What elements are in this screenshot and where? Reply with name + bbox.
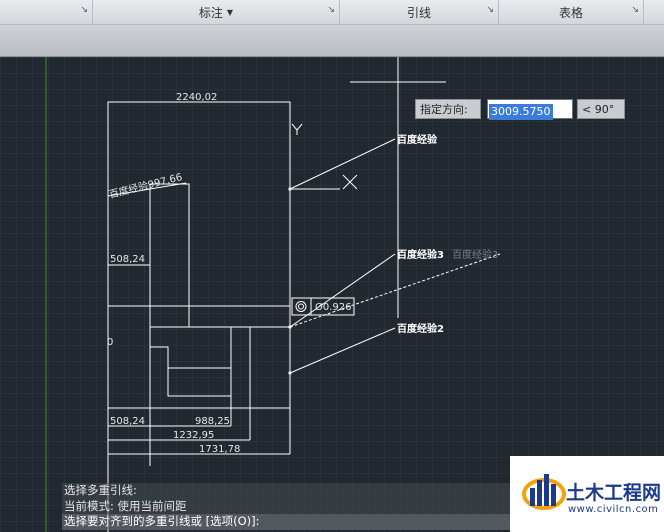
expand-arrow-icon[interactable]: ↘ <box>327 5 335 15</box>
ribbon-panel-dimension[interactable]: 标注 ▼ ↘ <box>93 0 340 24</box>
ribbon: ↘ 标注 ▼ ↘ 引线 ↘ 表格 ↘ <box>0 0 664 25</box>
leader-point <box>288 371 292 375</box>
leader-2-line <box>289 327 396 374</box>
dim-top-width: 2240,02 <box>176 92 217 103</box>
inner-box <box>167 367 232 397</box>
leader-3-line <box>289 253 396 328</box>
expand-arrow-icon[interactable]: ↘ <box>631 5 639 15</box>
panel-label-table: 表格 <box>558 5 583 20</box>
watermark-title: 土木工程网 <box>566 482 662 504</box>
command-prompt[interactable]: 选择要对齐到的多重引线或 [选项(O)]: <box>62 514 510 530</box>
watermark-logo: 土木工程网 www.civilcn.com <box>510 456 664 532</box>
dim-rotated: 百度经验997,66 <box>108 170 184 201</box>
leader-2-text[interactable]: 百度经验2 <box>397 322 444 335</box>
ribbon-panel-leader[interactable]: 引线 ↘ <box>340 0 499 24</box>
position-tolerance-icon <box>295 301 307 312</box>
dim-bottom-3: 1731,78 <box>199 444 240 455</box>
leader-point <box>288 325 292 329</box>
ribbon-bottom-strip <box>0 25 664 57</box>
command-history-line: 当前模式: 使用当前间距 <box>62 498 510 514</box>
ribbon-panel-left[interactable]: ↘ <box>0 0 93 24</box>
direction-input-field[interactable]: 3009.5750 <box>487 99 573 120</box>
dim-bottom-2: 1232,95 <box>173 430 214 441</box>
civilcn-logo-icon <box>522 474 566 510</box>
dim-left-width: 508,24 <box>110 254 145 265</box>
leader-point <box>288 187 292 191</box>
position-tolerance-inner <box>298 303 304 310</box>
dim-side-fragment: 0 <box>107 337 113 348</box>
dynamic-input-label: 指定方向: <box>415 99 481 119</box>
command-history-line: 选择多重引线: <box>62 483 510 499</box>
dim-bottom-left: 508,24 <box>110 416 145 427</box>
expand-arrow-icon[interactable]: ↘ <box>80 5 88 15</box>
panel-label-leader: 引线 <box>406 5 431 20</box>
inner-step-2 <box>150 346 231 369</box>
leader-3-ghost-line <box>289 253 501 328</box>
leader-3-text[interactable]: 百度经验3 <box>397 248 444 261</box>
leader-1-line <box>289 138 396 190</box>
y-axis-marker-icon <box>291 123 298 131</box>
tolerance-value: Ø0.926 <box>315 301 352 313</box>
leader-3-ghost-text: 百度经验3 <box>452 248 498 261</box>
y-axis-marker-icon-b <box>296 123 303 131</box>
ribbon-panel-table[interactable]: 表格 ↘ <box>499 0 644 24</box>
command-line: 选择多重引线: 当前模式: 使用当前间距 选择要对齐到的多重引线或 [选项(O)… <box>62 483 510 530</box>
direction-value[interactable]: 3009.5750 <box>489 104 553 120</box>
panel-label-dimension: 标注 <box>198 5 223 20</box>
dropdown-caret-icon[interactable]: ▼ <box>227 8 233 17</box>
watermark-url: www.civilcn.com <box>568 504 659 515</box>
geometry <box>45 57 501 532</box>
dim-bottom-1: 988,25 <box>195 416 230 427</box>
angle-input-field[interactable]: < 90° <box>577 99 625 119</box>
leader-1-text[interactable]: 百度经验 <box>397 133 438 146</box>
expand-arrow-icon[interactable]: ↘ <box>486 5 494 15</box>
